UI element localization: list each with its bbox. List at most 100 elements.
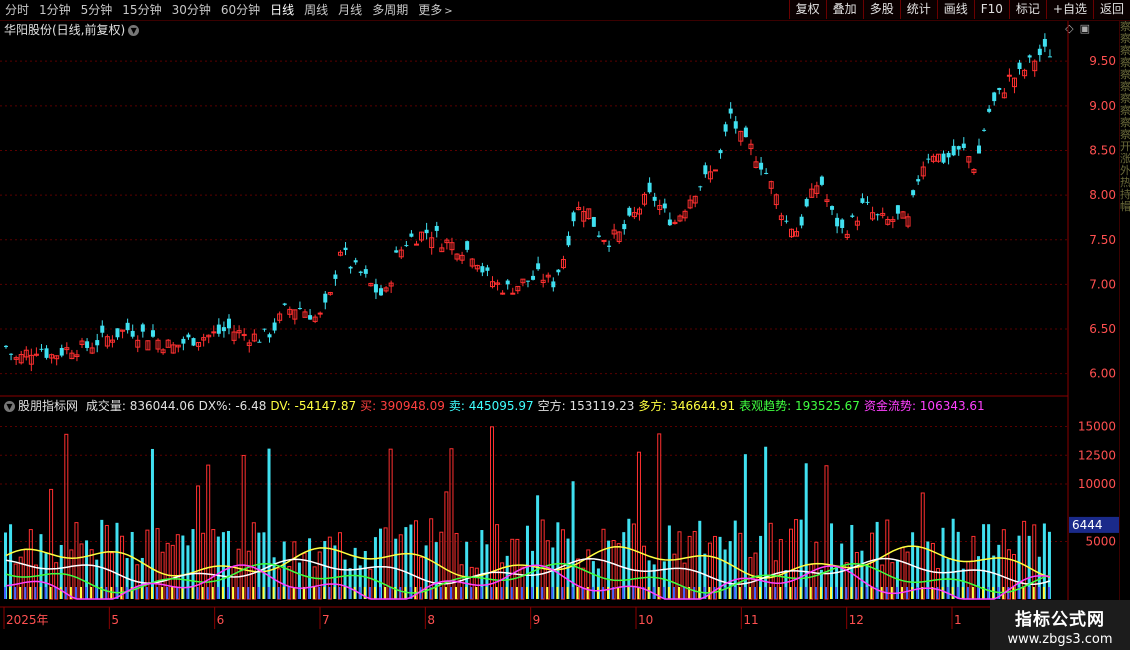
volume-sub-bar (110, 587, 113, 599)
period-tab-9[interactable]: 多周期 (367, 0, 413, 20)
watermark: 指标公式网 www.zbgs3.com (990, 600, 1130, 650)
volume-sub-bar (257, 587, 260, 599)
candle-body-down (404, 245, 409, 247)
toolbar-button-6[interactable]: 标记 (1008, 0, 1046, 19)
candle-body-down (819, 176, 824, 185)
date-label: 12 (849, 613, 864, 627)
volume-sub-bar (718, 587, 721, 599)
candle-body-down (95, 340, 100, 346)
side-tab-15[interactable]: 帽 (1120, 201, 1130, 213)
candle-body-up (510, 292, 516, 295)
volume-sub-bar (44, 587, 47, 599)
candle-body-down (627, 207, 632, 216)
toolbar-button-8[interactable]: 返回 (1092, 0, 1130, 19)
volume-sub-bar (176, 587, 179, 599)
volume-sub-bar (373, 587, 376, 599)
period-tab-4[interactable]: 30分钟 (167, 0, 216, 20)
candle-body-down (191, 338, 196, 346)
toolbar-button-2[interactable]: 多股 (862, 0, 900, 19)
period-tab-3[interactable]: 15分钟 (117, 0, 166, 20)
volume-sub-bar (90, 587, 93, 599)
volume-sub-bar (525, 587, 528, 599)
period-tab-8[interactable]: 月线 (333, 0, 367, 20)
candle-body-down (764, 172, 769, 174)
period-tab-1[interactable]: 1分钟 (34, 0, 76, 20)
candle-body-down (39, 348, 44, 350)
volume-sub-bar (95, 587, 98, 599)
volume-sub-bar (460, 587, 463, 599)
volume-sub-bar (9, 587, 12, 599)
candle-body-down (272, 322, 277, 331)
chart-area[interactable]: 9.509.008.508.007.507.006.506.0015000125… (0, 21, 1120, 629)
candle-body-down (267, 334, 272, 338)
volume-sub-bar (845, 587, 848, 599)
volume-sub-bar (515, 587, 518, 599)
date-label: 7 (322, 613, 330, 627)
candle-body-down (895, 205, 900, 214)
indicator-value-2: DV: -54147.87 (270, 399, 357, 413)
date-label: 9 (533, 613, 541, 627)
volume-sub-bar (480, 587, 483, 599)
volume-sub-bar (814, 587, 817, 599)
volume-sub-bar (596, 587, 599, 599)
side-strip[interactable]: 察察察察察察察察察察开涨外热持帽 (1119, 21, 1130, 629)
candle-body-down (860, 198, 865, 203)
candle-body-down (125, 322, 130, 331)
volume-sub-bar (272, 587, 275, 599)
period-tab-5[interactable]: 60分钟 (216, 0, 265, 20)
volume-sub-bar (987, 587, 990, 599)
volume-tick-label: 15000 (1078, 420, 1116, 434)
volume-sub-bar (733, 587, 736, 599)
candle-body-down (308, 315, 313, 320)
volume-sub-bar (941, 587, 944, 599)
volume-sub-bar (156, 587, 159, 599)
candle-body-down (323, 293, 328, 303)
toolbar-button-5[interactable]: F10 (973, 0, 1009, 19)
volume-sub-bar (779, 587, 782, 599)
volume-sub-bar (804, 587, 807, 599)
chevron-down-icon[interactable]: ▼ (4, 401, 15, 412)
volume-sub-bar (911, 587, 914, 599)
indicator-name: 股朋指标网 (18, 399, 79, 413)
candle-body-down (743, 127, 748, 138)
volume-sub-bar (774, 587, 777, 599)
candle-body-down (997, 87, 1002, 90)
volume-sub-bar (181, 587, 184, 599)
volume-sub-bar (1027, 587, 1030, 599)
candle-body-down (373, 284, 378, 293)
period-tab-0[interactable]: 分时 (0, 0, 34, 20)
volume-sub-bar (992, 587, 995, 599)
volume-bar (49, 488, 54, 600)
toolbar-button-3[interactable]: 统计 (899, 0, 937, 19)
price-tick-label: 7.50 (1089, 233, 1116, 247)
volume-sub-bar (546, 587, 549, 599)
period-tab-2[interactable]: 5分钟 (76, 0, 118, 20)
candle-body-up (712, 169, 718, 172)
volume-sub-bar (34, 587, 37, 599)
volume-sub-bar (880, 587, 883, 599)
candle-body-down (622, 224, 627, 230)
candle-body-down (140, 324, 145, 332)
candle-body-down (941, 153, 946, 163)
toolbar-button-1[interactable]: 叠加 (825, 0, 863, 19)
candle-body-down (728, 108, 733, 114)
period-tab-10[interactable]: 更多 > (413, 0, 457, 20)
volume-sub-bar (211, 587, 214, 599)
indicator-value-8: 资金流势: 106343.61 (863, 399, 985, 413)
toolbar-button-0[interactable]: 复权 (788, 0, 826, 19)
period-tab-7[interactable]: 周线 (299, 0, 333, 20)
volume-sub-bar (824, 587, 827, 599)
volume-sub-bar (789, 587, 792, 599)
volume-sub-bar (221, 587, 224, 599)
period-tab-6[interactable]: 日线 (265, 0, 299, 20)
toolbar-button-7[interactable]: +自选 (1045, 0, 1093, 19)
volume-sub-bar (242, 587, 245, 599)
volume-sub-bar (1032, 587, 1035, 599)
volume-sub-bar (490, 587, 493, 599)
toolbar-button-4[interactable]: 画线 (936, 0, 974, 19)
volume-sub-bar (29, 587, 32, 599)
volume-sub-bar (500, 587, 503, 599)
candle-body-down (216, 324, 221, 334)
volume-bar (449, 448, 454, 600)
volume-sub-bar (19, 587, 22, 599)
